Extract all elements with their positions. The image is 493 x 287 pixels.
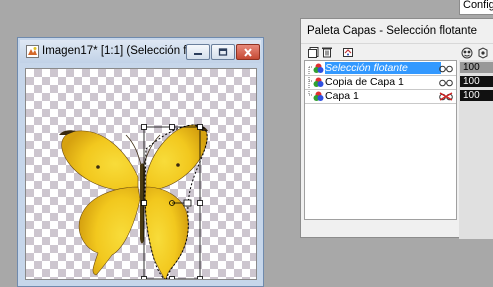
divider <box>301 43 493 44</box>
minimize-icon <box>194 53 202 55</box>
close-icon <box>244 47 252 57</box>
visibility-toggle-icon[interactable] <box>439 64 453 73</box>
layer-columns-header <box>459 46 493 60</box>
layer-name: Capa 1 <box>325 90 359 102</box>
image-window-titlebar[interactable]: Imagen17* [1:1] (Selección flotan... <box>20 40 261 63</box>
layer-name: Copia de Capa 1 <box>325 76 404 88</box>
maximize-icon <box>218 48 228 56</box>
new-layer-icon[interactable] <box>308 46 320 58</box>
layers-list[interactable]: Selección flotante Copia de Capa 1 Capa … <box>304 60 457 220</box>
hidden-visibility-icon[interactable] <box>439 92 453 101</box>
raster-layer-icon <box>313 91 324 101</box>
maximize-button[interactable] <box>211 44 235 60</box>
raster-layer-icon <box>313 77 324 87</box>
layer-row-copia-de-capa-1[interactable]: Copia de Capa 1 <box>305 76 457 89</box>
layer-opacity-value[interactable]: 100 <box>460 76 493 87</box>
app-icon <box>26 45 39 58</box>
minimize-button[interactable] <box>186 44 210 60</box>
blend-mode-header-icon <box>478 47 488 59</box>
image-canvas[interactable] <box>25 68 257 280</box>
divider <box>305 103 456 104</box>
layers-palette[interactable]: Paleta Capas - Selección flotante Selecc… <box>300 18 493 239</box>
image-window-title: Imagen17* [1:1] (Selección flotan... <box>42 45 202 57</box>
layers-palette-title: Paleta Capas - Selección flotante <box>301 19 493 43</box>
visibility-toggle-icon[interactable] <box>439 78 453 87</box>
layer-name: Selección flotante <box>325 62 441 74</box>
image-window[interactable]: Imagen17* [1:1] (Selección flotan... <box>17 37 264 287</box>
opacity-header-icon <box>461 47 473 59</box>
layer-row-seleccion-flotante[interactable]: Selección flotante <box>305 62 457 75</box>
layer-opacity-value[interactable]: 100 <box>460 62 493 73</box>
tooltip-text: Configu <box>463 0 493 11</box>
layer-row-capa-1[interactable]: Capa 1 <box>305 90 457 103</box>
layer-properties-icon[interactable] <box>342 46 354 58</box>
layer-opacity-value[interactable]: 100 <box>460 90 493 101</box>
tooltip: Configu <box>459 0 493 15</box>
close-button[interactable] <box>236 44 260 60</box>
floating-selection-icon <box>313 63 324 73</box>
butterfly-image[interactable] <box>26 69 257 280</box>
delete-layer-icon[interactable] <box>321 46 333 58</box>
